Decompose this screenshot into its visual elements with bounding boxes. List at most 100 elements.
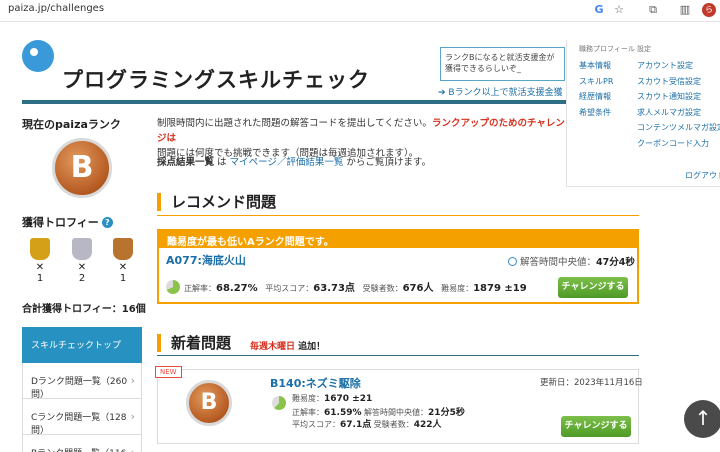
sidebar-item-rank-c[interactable]: Cランク問題一覧（128問） [22,399,142,436]
header-divider [22,100,577,104]
accuracy-pie-icon [166,280,180,294]
sidebar-menu: スキルチェックトップ Dランク問題一覧（260問） Cランク問題一覧（128問）… [22,327,142,452]
count-value: 676人 [402,283,434,294]
recommend-card-header: 難易度が最も低いAランク問題です。 [159,231,637,248]
rank-benefit-link[interactable]: ➔ Bランク以上で就活支援金獲 [438,85,563,98]
trophy-heading-label: 獲得トロフィー [22,216,99,229]
weekly-added: 追加！ [295,342,326,352]
result-mid: は [214,157,230,168]
trophy-heading: 獲得トロフィー? [22,214,113,230]
new-problem-updated: 更新日：2023年11月16日 [540,378,643,388]
trophy-bronze: ✕ 1 [111,238,135,284]
recommend-challenge-button[interactable]: チャレンジする [558,277,628,298]
recommend-divider [157,215,639,216]
trophy-silver: ✕ 2 [70,238,94,284]
recommend-section-title: レコメンド問題 [157,193,276,211]
bookmark-star-icon[interactable]: ☆ [612,3,626,17]
trophy-count: 1 [36,273,44,284]
menu-skill-pr[interactable]: スキルPR [579,74,635,90]
menu-scout-notify[interactable]: スカウト通知設定 [637,89,720,105]
new-section-subtitle: 毎週木曜日 追加！ [250,339,325,352]
trophy-multiplier: ✕ [118,262,128,273]
help-icon[interactable]: ? [101,217,113,228]
silver-trophy-icon [72,238,92,260]
new-problem-title[interactable]: B140:ネズミ駆除 [270,375,361,391]
menu-content-mail[interactable]: コンテンツメルマガ設定 [637,120,720,136]
median-value: 47分4秒 [596,257,635,268]
menu-job-mail[interactable]: 求人メルマガ設定 [637,105,720,121]
logout-link[interactable]: ログアウト [685,168,720,184]
rank-heading: 現在のpaizaランク [22,118,121,131]
menu-scout-receive[interactable]: スカウト受信設定 [637,74,720,90]
trophy-multiplier: ✕ [77,262,87,273]
trophy-gold: ✕ 1 [28,238,52,284]
profile-menu-column: 職務プロフィール 基本情報 スキルPR 経歴情報 希望条件 [579,44,635,120]
diff-label: 難易度： [441,284,474,293]
address-bar[interactable]: paiza.jp/challenges [8,3,104,14]
browser-toolbar: paiza.jp/challenges G ☆ ⧉ ▥ ら [0,0,720,22]
mypage-result-link[interactable]: マイページ／評価結果一覧 [230,157,344,168]
menu-account-settings[interactable]: アカウント設定 [637,58,720,74]
result-label: 採点結果一覧 [157,157,215,168]
google-icon[interactable]: G [592,3,606,17]
new-accuracy-pie-icon [272,396,286,410]
new-problem-difficulty: 難易度：1670 ±21 [272,393,373,410]
account-dropdown-menu: 職務プロフィール 基本情報 スキルPR 経歴情報 希望条件 設定 アカウント設定… [566,40,720,187]
sidebar-item-rank-b[interactable]: Bランク問題一覧（116問） [22,435,142,452]
new-section-title: 新着問題 [157,334,231,352]
result-line: 採点結果一覧 は マイページ／評価結果一覧 からご覧頂けます。 [157,154,431,168]
paiza-bird-logo-icon[interactable] [22,40,54,72]
sidebar-item-rank-d[interactable]: Dランク問題一覧（260問） [22,363,142,400]
scroll-to-top-button[interactable]: ↑ [684,400,720,438]
weekly-day: 毎週木曜日 [250,342,296,352]
clock-icon [508,257,517,266]
new-diff-label: 難易度： [292,394,324,403]
new-count-label: 受験者数： [371,420,414,429]
new-divider [157,355,639,356]
trophy-count: 2 [78,273,86,284]
new-tag: NEW [155,366,182,378]
new-avg-value: 67.1点 [340,420,372,430]
total-trophies: 合計獲得トロフィー：16個 [22,304,146,315]
profile-avatar[interactable]: ら [702,3,716,17]
avg-value: 63.73点 [313,283,355,294]
profile-menu-heading: 職務プロフィール [579,45,635,53]
new-median-label: 解答時間中央値： [361,408,429,417]
intro-line-1: 制限時間内に出題された問題の解答コードを提出してください。 [157,118,432,129]
bronze-trophy-icon [113,238,133,260]
new-count-value: 422人 [413,420,442,430]
recommend-median-time: 解答時間中央値：47分4秒 [508,254,635,268]
rank-notice-balloon: ランクBになると就活支援金が獲得できるらしいぞ_ [440,47,565,81]
rank-badge: B [52,138,112,198]
menu-preferences[interactable]: 希望条件 [579,105,635,121]
extensions-icon[interactable]: ⧉ [646,3,660,17]
menu-coupon[interactable]: クーポンコード入力 [637,136,720,152]
gold-trophy-icon [30,238,50,260]
menu-basic-info[interactable]: 基本情報 [579,58,635,74]
rank-benefit-link-label: Bランク以上で就活支援金獲 [448,88,563,98]
diff-value: 1879 ±19 [473,283,527,294]
new-avg-label: 平均スコア： [292,420,340,429]
result-tail: からご覧頂けます。 [343,157,431,168]
settings-menu-heading: 設定 [637,45,651,53]
recommend-problem-title[interactable]: A077:海底火山 [166,252,246,268]
rate-value: 68.27% [216,283,258,294]
trophy-multiplier: ✕ [35,262,45,273]
count-label: 受験者数： [362,284,403,293]
median-label: 解答時間中央値： [520,257,597,268]
trophy-count: 1 [119,273,127,284]
new-problem-avg-count: 平均スコア：67.1点 受験者数：422人 [292,417,442,430]
arrow-up-icon: ↑ [694,406,712,430]
settings-menu-column: 設定 アカウント設定 スカウト受信設定 スカウト通知設定 求人メルマガ設定 コン… [637,44,720,151]
recommend-stats: 正解率：68.27% 平均スコア：63.73点 受験者数：676人 難易度：18… [166,279,527,294]
menu-career-info[interactable]: 経歴情報 [579,89,635,105]
new-problem-rank-badge: B [186,380,232,426]
avg-label: 平均スコア： [265,284,314,293]
rate-label: 正解率： [184,284,216,293]
sidepanel-icon[interactable]: ▥ [678,3,692,17]
new-challenge-button[interactable]: チャレンジする [561,416,631,437]
new-diff-value: 1670 ±21 [324,394,373,404]
sidebar-item-top[interactable]: スキルチェックトップ [22,327,142,363]
page-title: プログラミングスキルチェック [62,68,370,92]
new-rate-label: 正解率： [292,408,324,417]
